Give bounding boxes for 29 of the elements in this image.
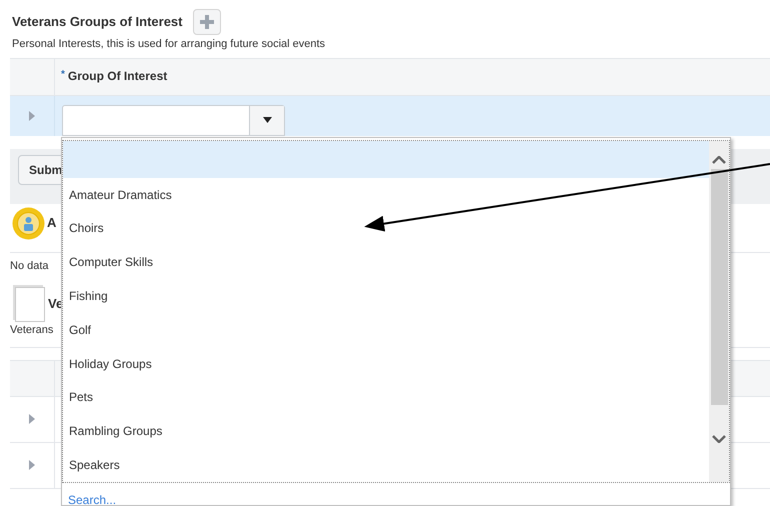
dropdown-option[interactable]: Choirs	[63, 212, 709, 246]
dropdown-button[interactable]	[249, 106, 284, 134]
section-description: Personal Interests, this is used for arranging future social events	[11, 37, 326, 52]
veterans-description: Veterans	[10, 323, 54, 338]
dropdown-option[interactable]: Speakers	[63, 448, 709, 482]
no-data-message: No data	[10, 258, 49, 274]
expand-triangle-icon[interactable]	[28, 110, 36, 120]
scrollbar-thumb[interactable]	[710, 169, 728, 405]
image-placeholder	[15, 286, 45, 322]
dropdown-option[interactable]: Holiday Groups	[63, 346, 709, 381]
dropdown-option[interactable]: Computer Skills	[63, 245, 709, 280]
award-badge-icon	[12, 206, 45, 240]
scrollbar[interactable]	[709, 141, 729, 482]
dropdown-option[interactable]: Golf	[63, 312, 709, 347]
dropdown-option[interactable]: Fishing	[63, 279, 709, 313]
awards-heading: A	[47, 214, 56, 232]
plus-icon	[200, 15, 214, 29]
dropdown-option[interactable]: Rambling Groups	[63, 414, 709, 448]
caret-icon	[262, 117, 272, 123]
expand-triangle-icon[interactable]	[28, 414, 36, 424]
required-asterisk: *	[61, 68, 65, 80]
chevron-down-icon	[712, 435, 726, 443]
expand-triangle-icon[interactable]	[28, 460, 36, 470]
chevron-up-icon	[712, 156, 726, 164]
dropdown-option[interactable]: Pets	[63, 380, 709, 414]
search-link[interactable]: Search...	[68, 493, 116, 506]
section-title: Veterans Groups of Interest	[12, 13, 182, 32]
column-label: Group Of Interest	[68, 68, 168, 82]
add-button[interactable]	[192, 9, 220, 35]
